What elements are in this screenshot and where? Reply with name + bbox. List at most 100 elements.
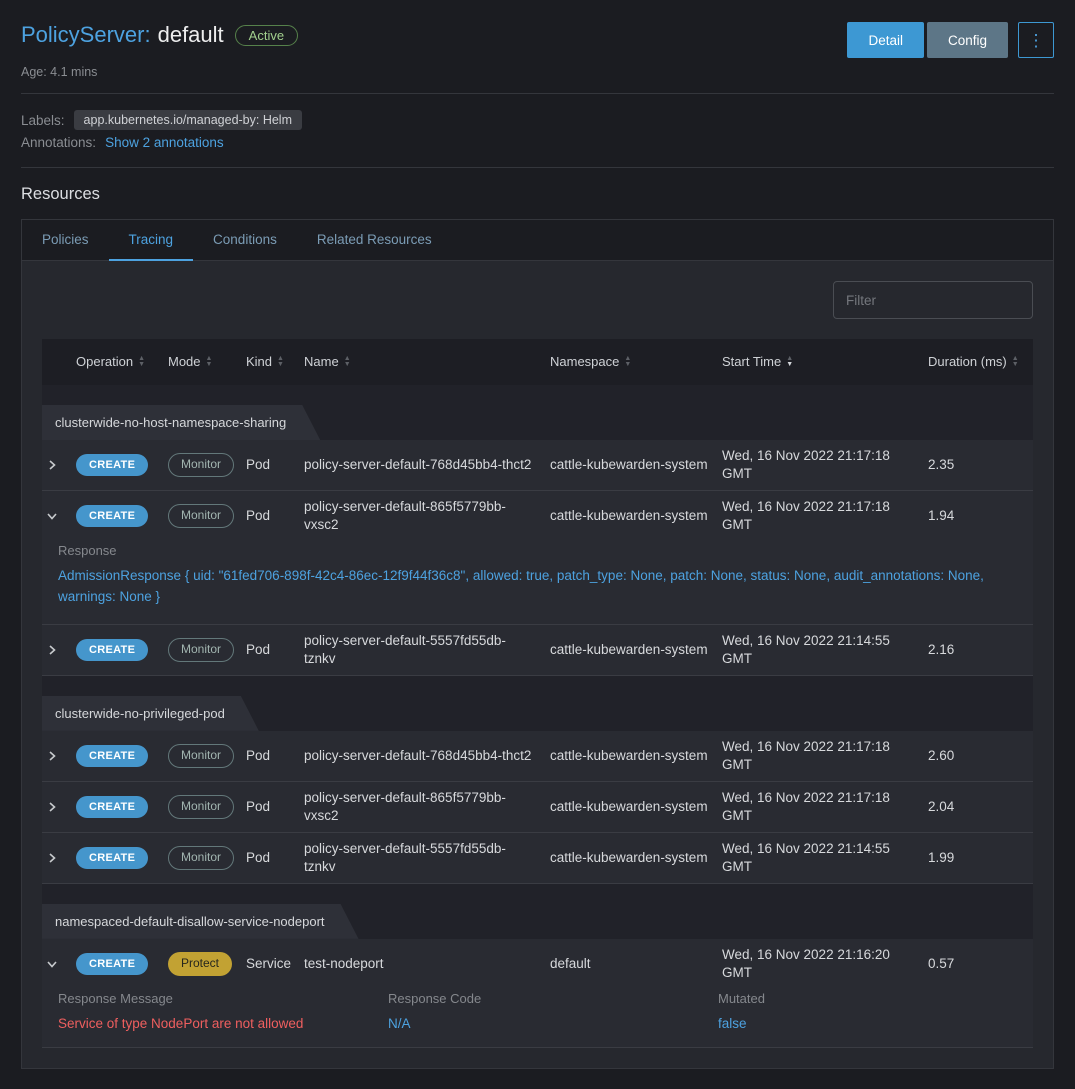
kind-cell: Pod xyxy=(246,849,304,867)
table-row[interactable]: CREATE Monitor Pod policy-server-default… xyxy=(42,440,1033,491)
kind-cell: Service xyxy=(246,955,304,973)
mode-badge: Monitor xyxy=(168,795,234,819)
duration-cell: 2.04 xyxy=(928,798,1033,816)
kebab-menu-button[interactable]: ⋮ xyxy=(1018,22,1054,58)
show-annotations-link[interactable]: Show 2 annotations xyxy=(105,135,224,150)
name-cell: policy-server-default-865f5779bb-vxsc2 xyxy=(304,498,550,533)
config-button[interactable]: Config xyxy=(927,22,1008,58)
resource-name: default xyxy=(158,22,224,48)
chevron-right-icon[interactable] xyxy=(46,801,58,813)
mutated-block: Mutated false xyxy=(718,991,1017,1031)
tracing-table: Operation ▲▼ Mode ▲▼ Kind ▲▼ Name ▲▼ xyxy=(42,339,1033,1048)
resource-type: PolicyServer: xyxy=(21,22,151,48)
kind-cell: Pod xyxy=(246,641,304,659)
age-label: Age: 4.1 mins xyxy=(21,65,1054,79)
sort-icon: ▲▼ xyxy=(206,356,213,368)
sort-icon: ▲▼ xyxy=(138,356,145,368)
namespace-cell: cattle-kubewarden-system xyxy=(550,849,722,867)
mutated-value: false xyxy=(718,1016,1017,1031)
label-chip: app.kubernetes.io/managed-by: Helm xyxy=(74,110,302,130)
mode-badge: Protect xyxy=(168,952,232,976)
duration-cell: 0.57 xyxy=(928,955,1033,973)
kebab-icon: ⋮ xyxy=(1028,31,1045,50)
name-cell: policy-server-default-768d45bb4-thct2 xyxy=(304,456,550,474)
page-header: PolicyServer: default Active Detail Conf… xyxy=(21,12,1054,93)
duration-cell: 2.60 xyxy=(928,747,1033,765)
mode-badge: Monitor xyxy=(168,453,234,477)
response-message-label: Response Message xyxy=(58,991,388,1006)
name-cell: policy-server-default-5557fd55db-tznkv xyxy=(304,840,550,875)
name-cell: test-nodeport xyxy=(304,955,550,973)
chevron-down-icon[interactable] xyxy=(46,510,58,522)
start-time-cell: Wed, 16 Nov 2022 21:14:55 GMT xyxy=(722,632,928,667)
table-header-row: Operation ▲▼ Mode ▲▼ Kind ▲▼ Name ▲▼ xyxy=(42,339,1033,385)
table-row[interactable]: CREATE Monitor Pod policy-server-default… xyxy=(42,731,1033,782)
chevron-down-icon[interactable] xyxy=(46,958,58,970)
namespace-cell: default xyxy=(550,955,722,973)
tab-bar: Policies Tracing Conditions Related Reso… xyxy=(22,220,1053,261)
sort-icon: ▲▼ xyxy=(344,356,351,368)
name-cell: policy-server-default-768d45bb4-thct2 xyxy=(304,747,550,765)
duration-cell: 2.35 xyxy=(928,456,1033,474)
response-code-label: Response Code xyxy=(388,991,718,1006)
column-header-mode[interactable]: Mode ▲▼ xyxy=(168,354,246,371)
response-value: AdmissionResponse { uid: "61fed706-898f-… xyxy=(58,566,1017,608)
namespace-cell: cattle-kubewarden-system xyxy=(550,456,722,474)
filter-input[interactable] xyxy=(833,281,1033,319)
detail-button[interactable]: Detail xyxy=(847,22,924,58)
operation-badge: CREATE xyxy=(76,745,148,767)
kind-cell: Pod xyxy=(246,798,304,816)
chevron-right-icon[interactable] xyxy=(46,644,58,656)
column-header-kind[interactable]: Kind ▲▼ xyxy=(246,354,304,371)
start-time-cell: Wed, 16 Nov 2022 21:17:18 GMT xyxy=(722,789,928,824)
column-header-namespace[interactable]: Namespace ▲▼ xyxy=(550,354,722,371)
mode-badge: Monitor xyxy=(168,846,234,870)
operation-badge: CREATE xyxy=(76,454,148,476)
operation-badge: CREATE xyxy=(76,953,148,975)
table-group-header: clusterwide-no-privileged-pod xyxy=(42,676,1033,731)
response-code-block: Response Code N/A xyxy=(388,991,718,1031)
start-time-cell: Wed, 16 Nov 2022 21:17:18 GMT xyxy=(722,447,928,482)
page-title: PolicyServer: default Active xyxy=(21,22,298,48)
table-row[interactable]: CREATE Monitor Pod policy-server-default… xyxy=(42,782,1033,833)
column-header-name[interactable]: Name ▲▼ xyxy=(304,354,550,371)
labels-label: Labels: xyxy=(21,113,65,128)
sort-icon: ▲▼ xyxy=(277,356,284,368)
table-group-header: namespaced-default-disallow-service-node… xyxy=(42,884,1033,939)
group-name: namespaced-default-disallow-service-node… xyxy=(42,904,359,939)
mutated-label: Mutated xyxy=(718,991,1017,1006)
column-header-start-time[interactable]: Start Time ▲▼ xyxy=(722,354,928,371)
table-group-header: clusterwide-no-host-namespace-sharing xyxy=(42,385,1033,440)
tab-conditions[interactable]: Conditions xyxy=(193,220,297,260)
status-badge: Active xyxy=(235,25,298,46)
sort-icon-active: ▲▼ xyxy=(786,356,793,368)
table-row-expanded[interactable]: CREATE Monitor Pod policy-server-default… xyxy=(42,491,1033,625)
tab-tracing[interactable]: Tracing xyxy=(109,220,194,261)
kind-cell: Pod xyxy=(246,456,304,474)
chevron-right-icon[interactable] xyxy=(46,459,58,471)
chevron-right-icon[interactable] xyxy=(46,750,58,762)
annotations-label: Annotations: xyxy=(21,135,96,150)
sort-icon: ▲▼ xyxy=(1012,356,1019,368)
start-time-cell: Wed, 16 Nov 2022 21:17:18 GMT xyxy=(722,498,928,533)
row-detail-response: Response AdmissionResponse { uid: "61fed… xyxy=(42,541,1033,624)
table-row[interactable]: CREATE Monitor Pod policy-server-default… xyxy=(42,833,1033,884)
start-time-cell: Wed, 16 Nov 2022 21:14:55 GMT xyxy=(722,840,928,875)
start-time-cell: Wed, 16 Nov 2022 21:16:20 GMT xyxy=(722,946,928,981)
namespace-cell: cattle-kubewarden-system xyxy=(550,747,722,765)
name-cell: policy-server-default-865f5779bb-vxsc2 xyxy=(304,789,550,824)
mode-badge: Monitor xyxy=(168,504,234,528)
table-row-expanded[interactable]: CREATE Protect Service test-nodeport def… xyxy=(42,939,1033,1048)
column-header-duration[interactable]: Duration (ms) ▲▼ xyxy=(928,354,1033,371)
mode-badge: Monitor xyxy=(168,744,234,768)
column-header-operation[interactable]: Operation ▲▼ xyxy=(76,354,168,371)
tab-policies[interactable]: Policies xyxy=(22,220,109,260)
duration-cell: 2.16 xyxy=(928,641,1033,659)
policy-server-detail-page: PolicyServer: default Active Detail Conf… xyxy=(0,0,1075,1089)
tab-related-resources[interactable]: Related Resources xyxy=(297,220,452,260)
response-message-value: Service of type NodePort are not allowed xyxy=(58,1016,388,1031)
sort-icon: ▲▼ xyxy=(624,356,631,368)
table-row[interactable]: CREATE Monitor Pod policy-server-default… xyxy=(42,625,1033,676)
response-message-block: Response Message Service of type NodePor… xyxy=(58,991,388,1031)
chevron-right-icon[interactable] xyxy=(46,852,58,864)
